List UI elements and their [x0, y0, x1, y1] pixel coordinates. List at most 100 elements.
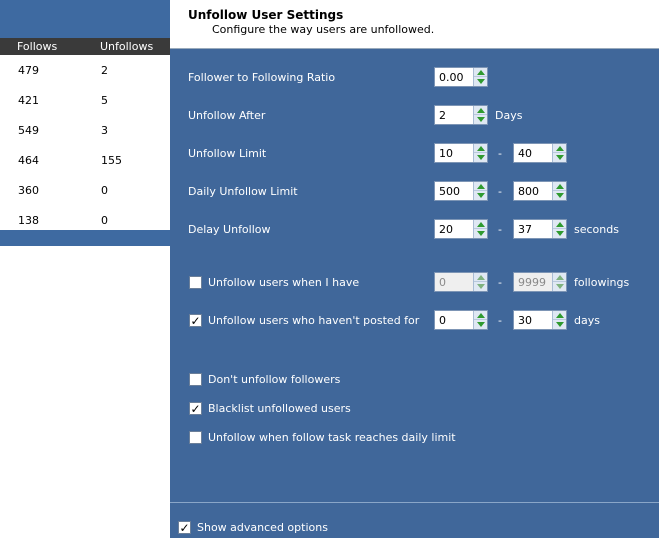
- stepper-down-arrow-icon[interactable]: [553, 320, 566, 329]
- table-row[interactable]: 549 3: [0, 115, 170, 145]
- havent-posted-max-stepper[interactable]: 30: [513, 310, 567, 330]
- stepper-up-arrow-icon[interactable]: [553, 182, 566, 191]
- stepper-buttons: [552, 220, 566, 238]
- unfollow-limit-min-stepper[interactable]: 10: [434, 143, 488, 163]
- stepper-down-arrow-icon[interactable]: [553, 191, 566, 200]
- stepper-up-arrow-icon[interactable]: [474, 144, 487, 153]
- blacklist-unfollowed-checkbox[interactable]: ✓: [189, 402, 202, 415]
- havent-posted-label: Unfollow users who haven't posted for: [208, 314, 420, 327]
- stepper-down-arrow-icon[interactable]: [553, 153, 566, 162]
- stepper-down-arrow-icon[interactable]: [474, 320, 487, 329]
- daily-unfollow-limit-label: Daily Unfollow Limit: [188, 185, 298, 198]
- delay-min-value[interactable]: 20: [439, 223, 453, 236]
- stepper-up-arrow-icon[interactable]: [474, 220, 487, 229]
- delay-min-stepper[interactable]: 20: [434, 219, 488, 239]
- unfollow-daily-limit-label: Unfollow when follow task reaches daily …: [208, 431, 456, 444]
- stepper-down-arrow-icon[interactable]: [474, 153, 487, 162]
- table-row[interactable]: 464 155: [0, 145, 170, 175]
- table-row[interactable]: 479 2: [0, 55, 170, 85]
- when-i-have-checkbox[interactable]: [189, 276, 202, 289]
- cell-unfollows: 5: [101, 94, 108, 107]
- daily-limit-min-value[interactable]: 500: [439, 185, 460, 198]
- when-i-have-max-stepper[interactable]: 9999: [513, 272, 567, 292]
- stepper-up-arrow-icon[interactable]: [474, 273, 487, 282]
- when-i-have-max-value[interactable]: 9999: [518, 276, 546, 289]
- checkmark-icon: ✓: [190, 401, 201, 416]
- daily-limit-max-stepper[interactable]: 800: [513, 181, 567, 201]
- dialog-body: Follower to Following Ratio 0.00 Unfollo…: [170, 49, 659, 501]
- unfollow-limit-label: Unfollow Limit: [188, 147, 267, 160]
- unfollow-limit-max-value[interactable]: 40: [518, 147, 532, 160]
- when-i-have-unit: followings: [574, 276, 630, 289]
- stepper-up-arrow-icon[interactable]: [553, 220, 566, 229]
- stepper-buttons: [473, 144, 487, 162]
- cell-follows: 464: [18, 154, 39, 167]
- when-i-have-min-value[interactable]: 0: [439, 276, 446, 289]
- stepper-buttons: [473, 68, 487, 86]
- range-dash: -: [498, 147, 502, 160]
- checkmark-icon: ✓: [190, 313, 201, 328]
- stepper-up-arrow-icon[interactable]: [553, 311, 566, 320]
- range-dash: -: [498, 185, 502, 198]
- range-dash: -: [498, 223, 502, 236]
- when-i-have-min-stepper[interactable]: 0: [434, 272, 488, 292]
- dialog-header: Unfollow User Settings Configure the way…: [170, 0, 659, 49]
- when-i-have-label: Unfollow users when I have: [208, 276, 360, 289]
- delay-max-value[interactable]: 37: [518, 223, 532, 236]
- stepper-buttons: [552, 144, 566, 162]
- cell-unfollows: 0: [101, 184, 108, 197]
- stepper-up-arrow-icon[interactable]: [553, 273, 566, 282]
- stepper-down-arrow-icon[interactable]: [474, 282, 487, 291]
- stepper-up-arrow-icon[interactable]: [474, 68, 487, 77]
- blacklist-unfollowed-label: Blacklist unfollowed users: [208, 402, 351, 415]
- cell-unfollows: 3: [101, 124, 108, 137]
- cell-unfollows: 0: [101, 214, 108, 227]
- range-dash: -: [498, 276, 502, 289]
- stepper-down-arrow-icon[interactable]: [474, 229, 487, 238]
- daily-limit-max-value[interactable]: 800: [518, 185, 539, 198]
- stepper-buttons: [473, 182, 487, 200]
- column-header-unfollows[interactable]: Unfollows: [100, 40, 153, 53]
- unfollow-after-label: Unfollow After: [188, 109, 266, 122]
- ratio-value[interactable]: 0.00: [439, 71, 464, 84]
- daily-limit-min-stepper[interactable]: 500: [434, 181, 488, 201]
- cell-unfollows: 155: [101, 154, 122, 167]
- unfollow-after-unit: Days: [495, 109, 523, 122]
- unfollow-after-stepper[interactable]: 2: [434, 105, 488, 125]
- stepper-up-arrow-icon[interactable]: [474, 106, 487, 115]
- unfollow-limit-max-stepper[interactable]: 40: [513, 143, 567, 163]
- unfollow-settings-dialog: Unfollow User Settings Configure the way…: [170, 0, 659, 538]
- unfollow-limit-min-value[interactable]: 10: [439, 147, 453, 160]
- stepper-down-arrow-icon[interactable]: [553, 282, 566, 291]
- havent-posted-min-stepper[interactable]: 0: [434, 310, 488, 330]
- stepper-down-arrow-icon[interactable]: [474, 77, 487, 86]
- havent-posted-min-value[interactable]: 0: [439, 314, 446, 327]
- dont-unfollow-followers-checkbox[interactable]: [189, 373, 202, 386]
- dialog-title: Unfollow User Settings: [188, 8, 344, 22]
- stepper-buttons: [473, 273, 487, 291]
- table-header: Follows Unfollows: [0, 38, 170, 55]
- table-row[interactable]: 360 0: [0, 175, 170, 205]
- cell-unfollows: 2: [101, 64, 108, 77]
- ratio-stepper[interactable]: 0.00: [434, 67, 488, 87]
- stepper-up-arrow-icon[interactable]: [474, 182, 487, 191]
- havent-posted-checkbox[interactable]: ✓: [189, 314, 202, 327]
- unfollow-daily-limit-checkbox[interactable]: [189, 431, 202, 444]
- dialog-subtitle: Configure the way users are unfollowed.: [212, 23, 435, 36]
- cell-follows: 421: [18, 94, 39, 107]
- stepper-down-arrow-icon[interactable]: [553, 229, 566, 238]
- havent-posted-unit: days: [574, 314, 600, 327]
- stepper-up-arrow-icon[interactable]: [474, 311, 487, 320]
- show-advanced-label[interactable]: Show advanced options: [197, 521, 328, 534]
- stepper-buttons: [473, 106, 487, 124]
- stepper-up-arrow-icon[interactable]: [553, 144, 566, 153]
- stepper-down-arrow-icon[interactable]: [474, 115, 487, 124]
- stepper-down-arrow-icon[interactable]: [474, 191, 487, 200]
- column-header-follows[interactable]: Follows: [17, 40, 57, 53]
- ratio-label: Follower to Following Ratio: [188, 71, 336, 84]
- delay-max-stepper[interactable]: 37: [513, 219, 567, 239]
- unfollow-after-value[interactable]: 2: [439, 109, 446, 122]
- table-row[interactable]: 421 5: [0, 85, 170, 115]
- havent-posted-max-value[interactable]: 30: [518, 314, 532, 327]
- show-advanced-checkbox[interactable]: ✓: [178, 521, 191, 534]
